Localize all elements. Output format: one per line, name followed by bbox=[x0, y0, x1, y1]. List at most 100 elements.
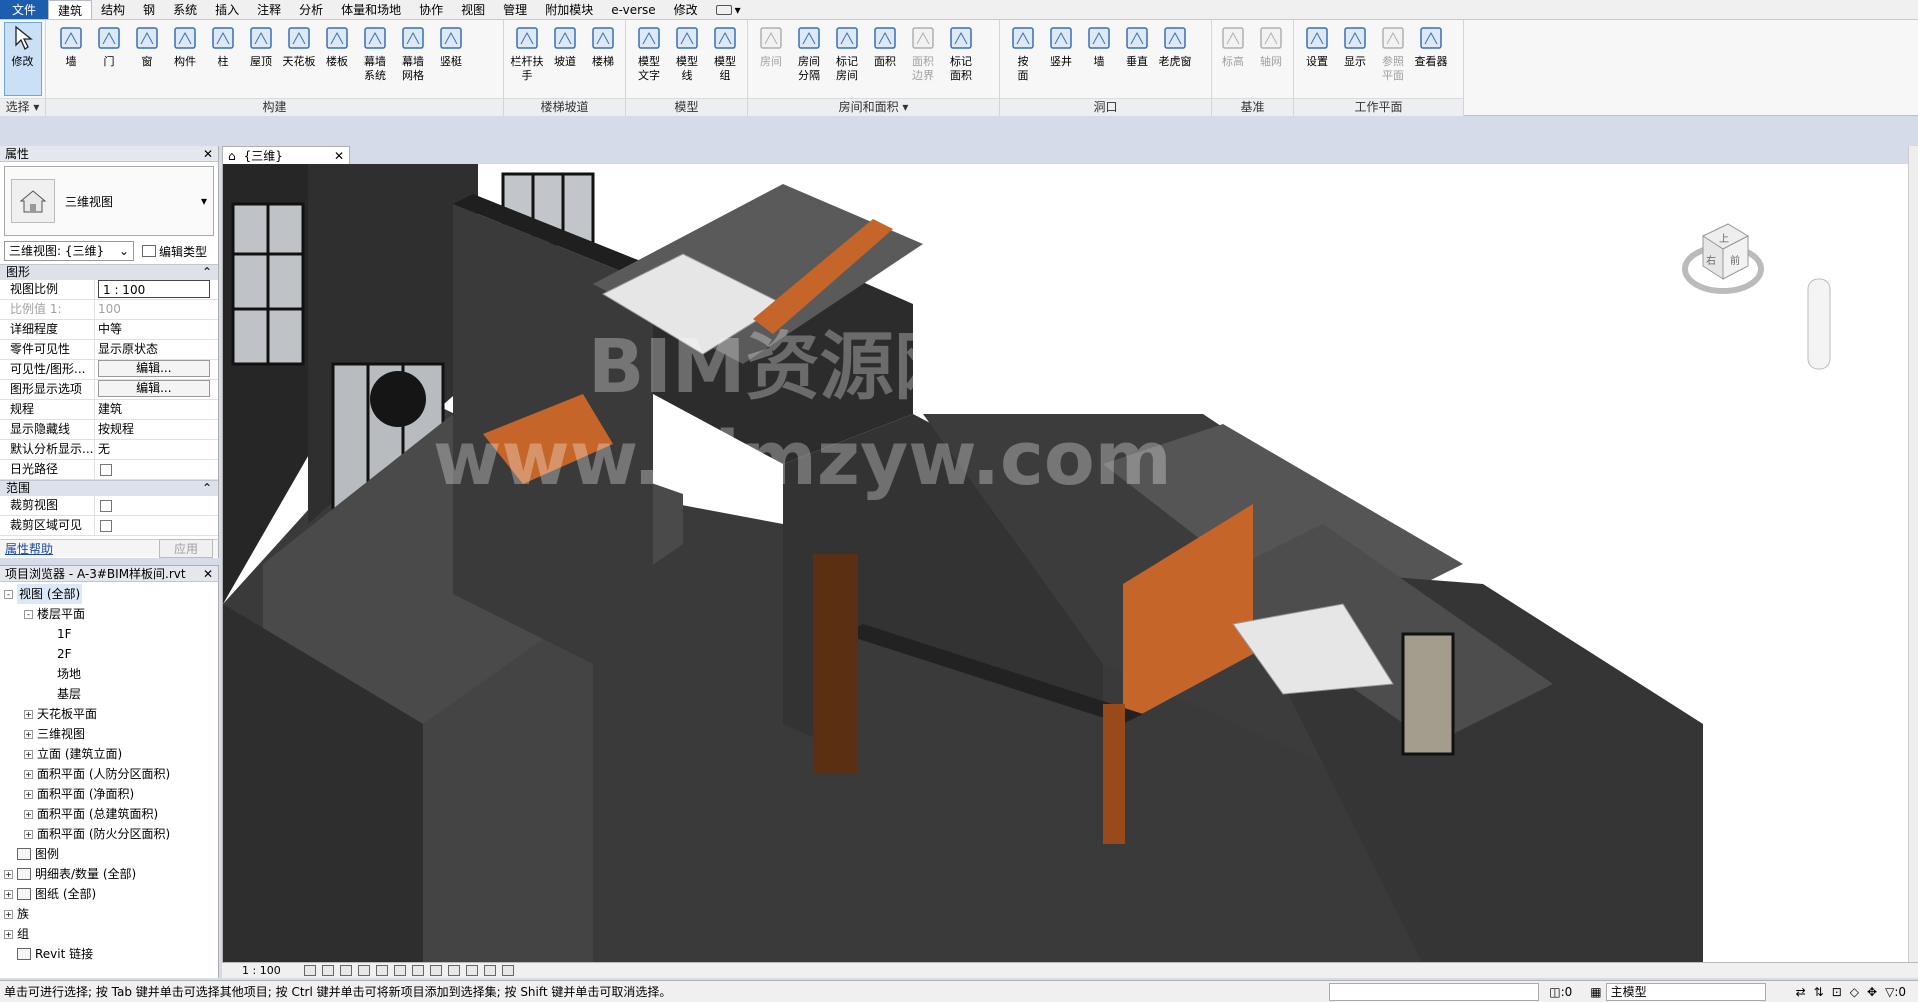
browser-node[interactable]: + 明细表/数量 (全部) bbox=[0, 864, 218, 884]
opening-tool-1[interactable]: 竖井 bbox=[1042, 23, 1080, 98]
expand-icon[interactable]: + bbox=[24, 789, 33, 799]
close-icon[interactable]: ✕ bbox=[203, 147, 213, 161]
opening-tool-2[interactable]: 墙 bbox=[1080, 23, 1118, 98]
datum-tool-1[interactable]: 轴网 bbox=[1252, 23, 1290, 98]
expand-icon[interactable]: + bbox=[4, 889, 13, 899]
expand-icon[interactable]: + bbox=[4, 909, 13, 919]
expand-icon[interactable]: + bbox=[24, 749, 33, 759]
edit-button[interactable]: 编辑... bbox=[98, 360, 210, 377]
build-tool-6[interactable]: 天花板 bbox=[280, 23, 318, 98]
browser-node[interactable]: + 面积平面 (防火分区面积) bbox=[0, 824, 218, 844]
model-viewport[interactable]: BIM资源网 www.bimzyw.com 上 右 前 bbox=[222, 164, 1916, 964]
stairs-tool-0[interactable]: 栏杆扶手 bbox=[508, 23, 546, 98]
expand-icon[interactable]: + bbox=[4, 869, 13, 879]
properties-help-link[interactable]: 属性帮助 bbox=[5, 540, 53, 557]
expand-icon[interactable]: + bbox=[24, 709, 33, 719]
room-panel-title[interactable]: 房间和面积 ▾ bbox=[748, 98, 999, 116]
reveal-hidden-icon[interactable] bbox=[465, 965, 478, 976]
browser-node[interactable]: + 立面 (建筑立面) bbox=[0, 744, 218, 764]
view-tab-3d[interactable]: ⌂ {三维} ✕ bbox=[222, 146, 350, 164]
filter-icon[interactable]: ▽ bbox=[1885, 985, 1894, 999]
edit-button[interactable]: 编辑... bbox=[98, 380, 210, 397]
view-scale-input[interactable]: 1 : 100 bbox=[98, 280, 210, 298]
expand-icon[interactable]: + bbox=[24, 729, 33, 739]
highlight-displacement-icon[interactable] bbox=[501, 965, 514, 976]
ribbon-tab-4[interactable]: 系统 bbox=[164, 0, 206, 19]
workplane-tool-0[interactable]: 设置 bbox=[1298, 23, 1336, 98]
detail-level-icon[interactable] bbox=[303, 965, 316, 976]
stairs-tool-2[interactable]: 楼梯 bbox=[584, 23, 622, 98]
visual-style-icon[interactable] bbox=[321, 965, 334, 976]
view-scale[interactable]: 1 : 100 bbox=[222, 964, 301, 977]
vertical-scrollbar[interactable] bbox=[1908, 146, 1918, 978]
workset-field[interactable] bbox=[1329, 982, 1540, 1001]
close-icon[interactable]: ✕ bbox=[334, 149, 344, 163]
view-selector-dropdown[interactable]: 三维视图: {三维} ⌄ bbox=[4, 241, 134, 261]
ribbon-tab-14[interactable]: 修改 bbox=[665, 0, 707, 19]
browser-node[interactable]: + 图纸 (全部) bbox=[0, 884, 218, 904]
expand-icon[interactable]: + bbox=[4, 929, 13, 939]
browser-node[interactable]: + 面积平面 (人防分区面积) bbox=[0, 764, 218, 784]
expand-icon[interactable]: + bbox=[24, 809, 33, 819]
property-checkbox[interactable] bbox=[100, 499, 112, 512]
ribbon-tab-0[interactable]: 文件 bbox=[0, 0, 49, 19]
property-checkbox[interactable] bbox=[100, 519, 112, 532]
select-panel-title[interactable]: 选择 ▾ bbox=[0, 98, 45, 116]
browser-node[interactable]: - 楼层平面 bbox=[0, 604, 218, 624]
property-checkbox[interactable] bbox=[100, 463, 112, 476]
browser-node[interactable]: 基层 bbox=[0, 684, 218, 704]
property-value[interactable]: 建筑 bbox=[98, 402, 122, 416]
build-tool-8[interactable]: 幕墙 系统 bbox=[356, 23, 394, 98]
modify-tool[interactable]: 修改 bbox=[3, 22, 42, 98]
opening-tool-4[interactable]: 老虎窗 bbox=[1156, 23, 1194, 98]
room-tool-1[interactable]: 房间 分隔 bbox=[790, 23, 828, 98]
room-tool-0[interactable]: 房间 bbox=[752, 23, 790, 98]
model-tool-2[interactable]: 模型 组 bbox=[706, 23, 744, 98]
ribbon-minimize-button[interactable]: ▾ bbox=[707, 0, 750, 19]
property-group-header[interactable]: 范围 ⌃ bbox=[0, 480, 218, 496]
build-tool-9[interactable]: 幕墙 网格 bbox=[394, 23, 432, 98]
ribbon-tab-3[interactable]: 钢 bbox=[134, 0, 164, 19]
browser-node[interactable]: + 三维视图 bbox=[0, 724, 218, 744]
viewcube[interactable]: 上 右 前 bbox=[1682, 223, 1764, 294]
collapse-icon[interactable]: - bbox=[24, 609, 33, 619]
model-tool-0[interactable]: 模型 文字 bbox=[630, 23, 668, 98]
browser-node[interactable]: + 组 bbox=[0, 924, 218, 944]
analysis-display-icon[interactable] bbox=[483, 965, 496, 976]
room-tool-5[interactable]: 标记 面积 bbox=[942, 23, 980, 98]
property-value[interactable]: 显示原状态 bbox=[98, 342, 158, 356]
select-by-face-icon[interactable]: ◇ bbox=[1850, 985, 1859, 999]
ribbon-tab-7[interactable]: 分析 bbox=[290, 0, 332, 19]
browser-node[interactable]: Revit 链接 bbox=[0, 944, 218, 964]
property-group-header[interactable]: 图形 ⌃ bbox=[0, 264, 218, 280]
browser-node[interactable]: 场地 bbox=[0, 664, 218, 684]
collapse-icon[interactable]: - bbox=[4, 589, 13, 599]
ribbon-tab-6[interactable]: 注释 bbox=[248, 0, 290, 19]
room-tool-3[interactable]: 面积 bbox=[866, 23, 904, 98]
property-value[interactable]: 100 bbox=[98, 302, 121, 316]
build-tool-2[interactable]: 窗 bbox=[128, 23, 166, 98]
build-tool-7[interactable]: 楼板 bbox=[318, 23, 356, 98]
opening-tool-0[interactable]: 按 面 bbox=[1004, 23, 1042, 98]
browser-node[interactable]: - 视图 (全部) bbox=[0, 584, 218, 604]
crop-view-icon[interactable] bbox=[393, 965, 406, 976]
select-links-icon[interactable]: ⇄ bbox=[1796, 985, 1806, 999]
build-tool-10[interactable]: 竖梃 bbox=[432, 23, 470, 98]
build-tool-0[interactable]: 墙 bbox=[52, 23, 90, 98]
opening-tool-3[interactable]: 垂直 bbox=[1118, 23, 1156, 98]
room-tool-2[interactable]: 标记 房间 bbox=[828, 23, 866, 98]
navigation-bar[interactable] bbox=[1807, 278, 1831, 370]
stairs-tool-1[interactable]: 坡道 bbox=[546, 23, 584, 98]
build-tool-4[interactable]: 柱 bbox=[204, 23, 242, 98]
model-tool-1[interactable]: 模型 线 bbox=[668, 23, 706, 98]
show-crop-icon[interactable] bbox=[411, 965, 424, 976]
shadows-icon[interactable] bbox=[357, 965, 370, 976]
ribbon-tab-9[interactable]: 协作 bbox=[410, 0, 452, 19]
ribbon-tab-13[interactable]: e-verse bbox=[602, 0, 664, 19]
build-tool-5[interactable]: 屋顶 bbox=[242, 23, 280, 98]
active-model-field[interactable]: 主模型 bbox=[1605, 982, 1766, 1001]
browser-node[interactable]: + 面积平面 (净面积) bbox=[0, 784, 218, 804]
sun-path-icon[interactable] bbox=[339, 965, 352, 976]
datum-tool-0[interactable]: 标高 bbox=[1214, 23, 1252, 98]
ribbon-tab-5[interactable]: 插入 bbox=[206, 0, 248, 19]
